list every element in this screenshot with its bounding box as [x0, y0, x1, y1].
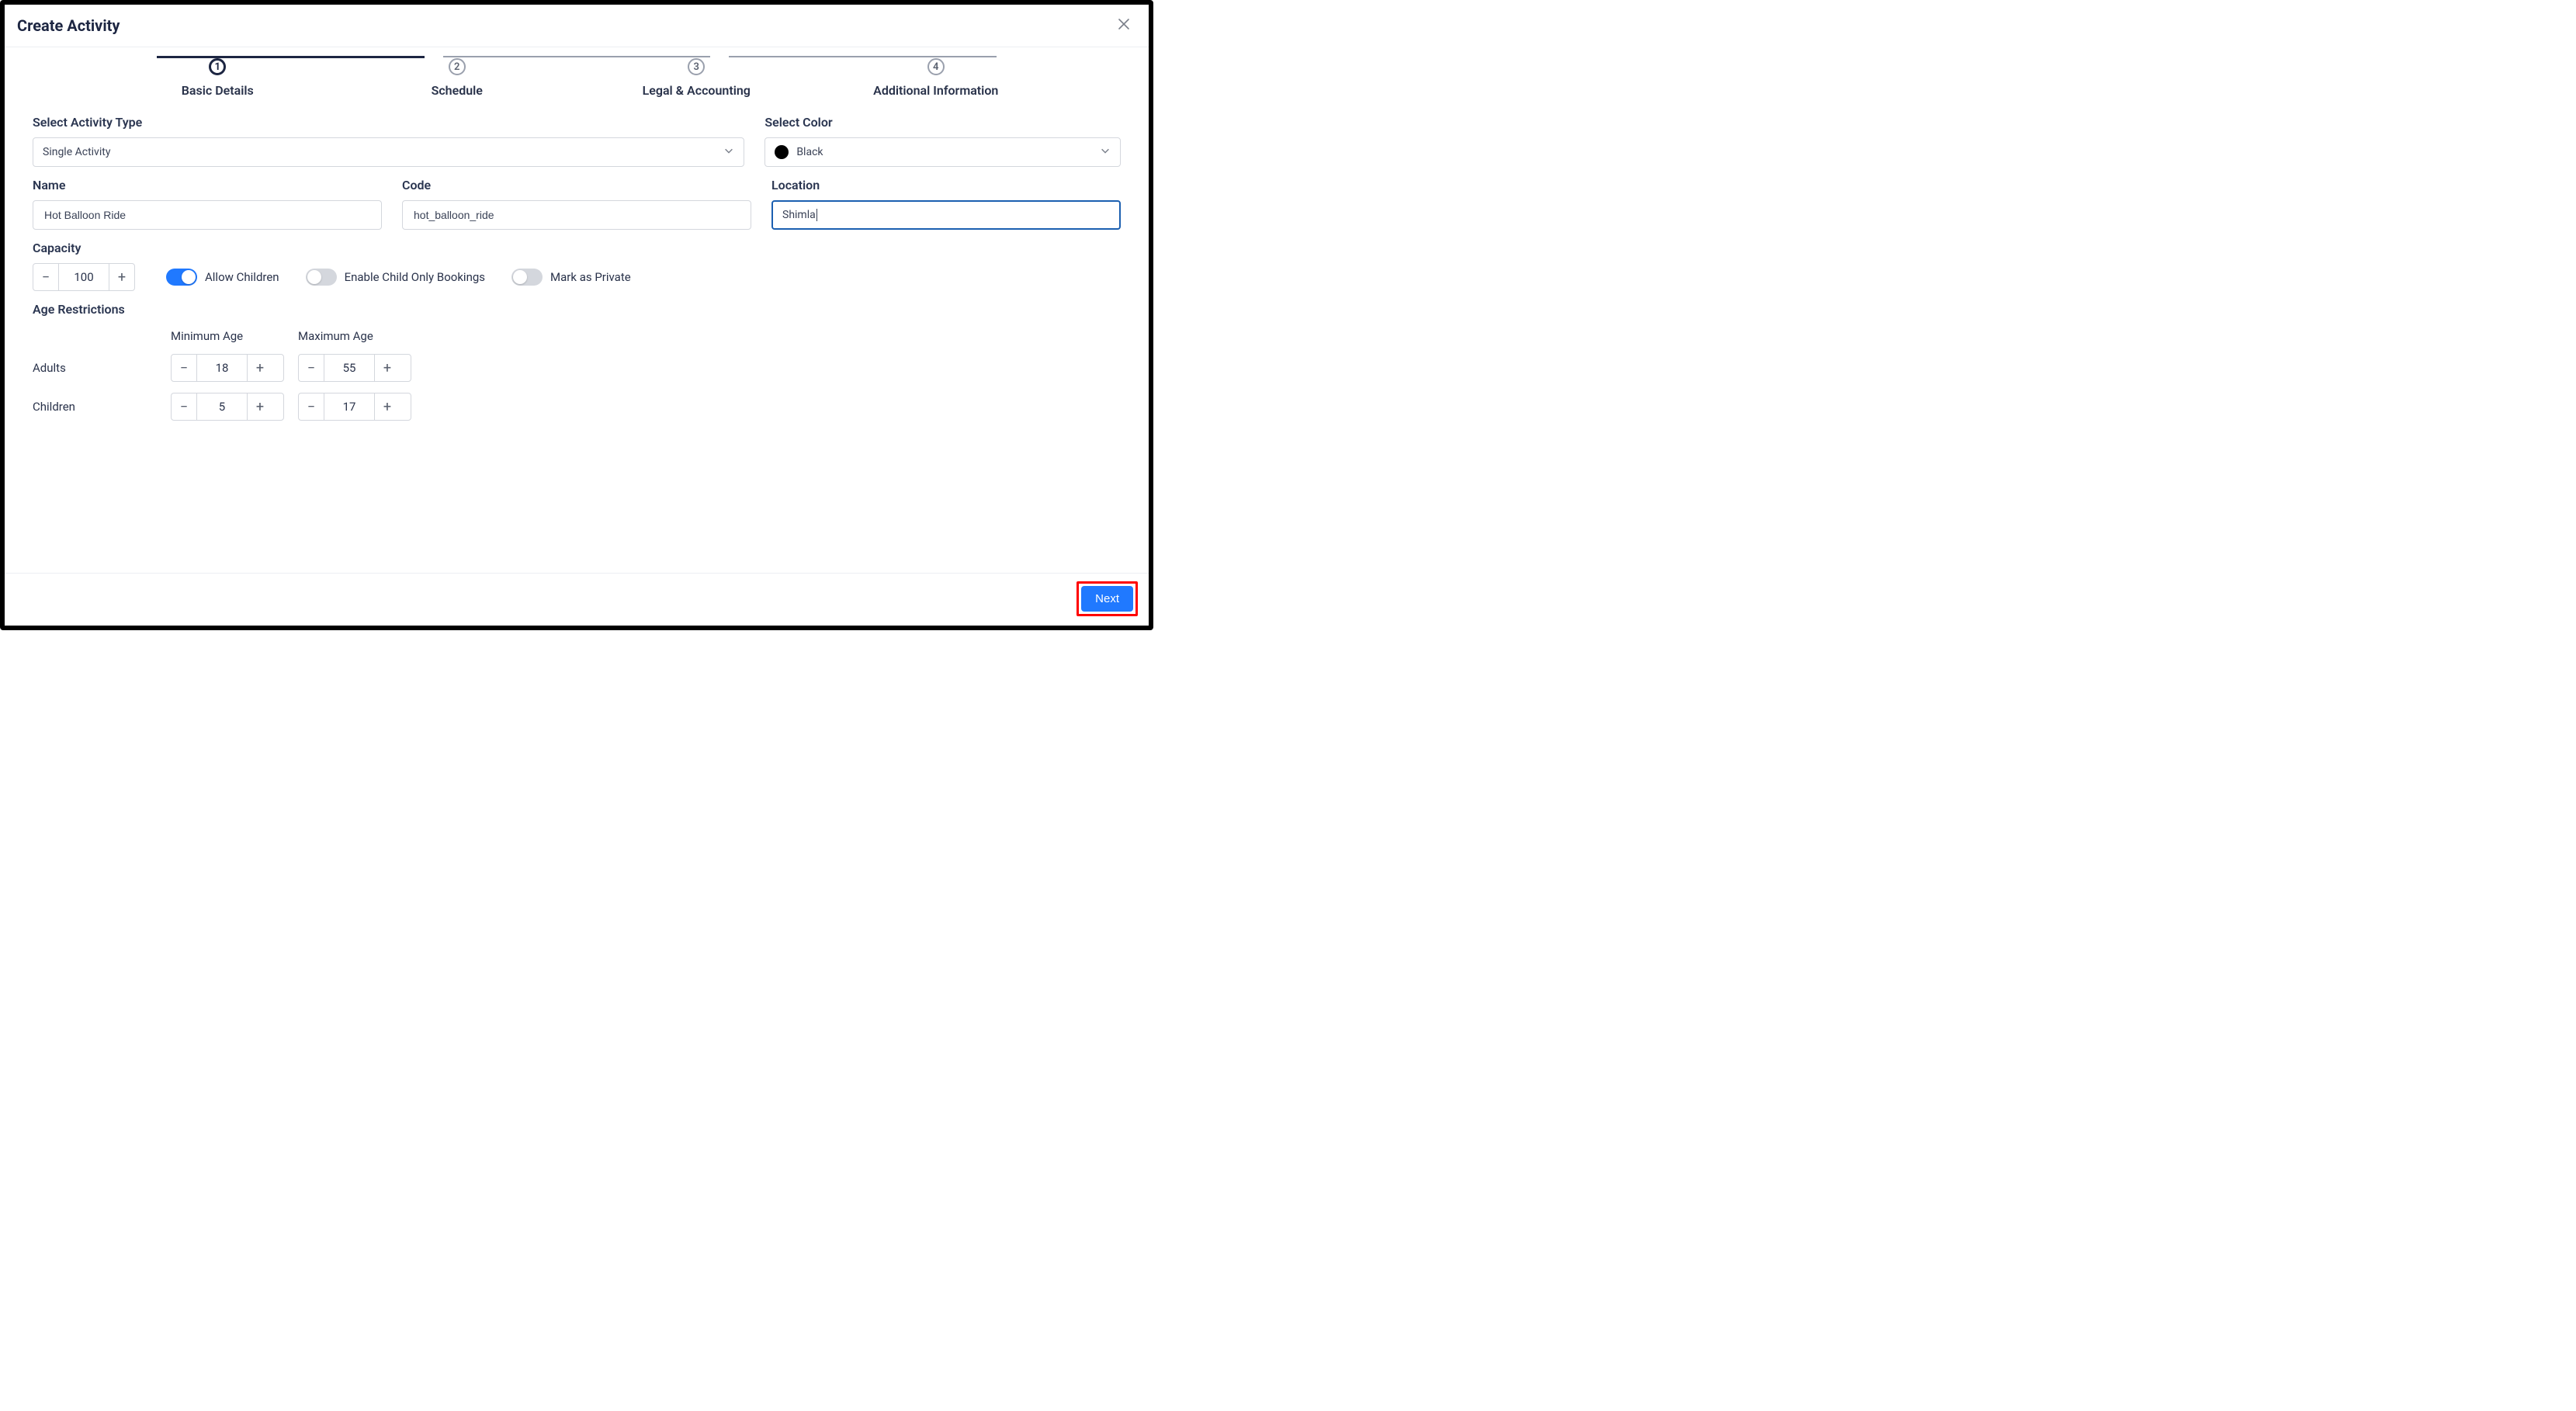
age-restrictions-label: Age Restrictions [33, 302, 1121, 317]
chevron-down-icon [1100, 145, 1111, 159]
chevron-down-icon [723, 145, 734, 159]
adults-min-age-stepper: − 18 + [171, 354, 284, 382]
enable-child-only-toggle[interactable]: Enable Child Only Bookings [306, 269, 485, 286]
form-body: Select Activity Type Single Activity Sel… [5, 112, 1149, 573]
allow-children-label: Allow Children [205, 270, 279, 284]
increment-button[interactable]: + [248, 393, 272, 420]
children-max-age-stepper: − 17 + [298, 393, 411, 421]
children-max-age-value[interactable]: 17 [324, 393, 375, 420]
enable-child-only-label: Enable Child Only Bookings [345, 270, 485, 284]
color-select[interactable]: Black [764, 137, 1121, 167]
toggle-switch [306, 269, 337, 286]
adults-min-age-value[interactable]: 18 [196, 355, 248, 381]
step-connector [157, 56, 425, 58]
progress-stepper: 1 Basic Details 2 Schedule 3 Legal & Acc… [5, 47, 1149, 112]
activity-type-label: Select Activity Type [33, 115, 744, 130]
step-number: 2 [449, 58, 466, 75]
capacity-decrement[interactable]: − [33, 264, 58, 290]
code-label: Code [402, 178, 751, 192]
step-schedule[interactable]: 2 Schedule [338, 58, 577, 98]
step-number: 3 [688, 58, 705, 75]
step-number: 1 [209, 58, 226, 75]
mark-private-label: Mark as Private [550, 270, 631, 284]
step-connector [443, 56, 711, 57]
location-label: Location [771, 178, 1121, 192]
next-button-highlight: Next [1077, 581, 1138, 616]
decrement-button[interactable]: − [172, 355, 196, 381]
modal-header: Create Activity [5, 5, 1149, 47]
toggle-switch [166, 269, 197, 286]
name-input-wrap [33, 200, 382, 230]
code-input-wrap [402, 200, 751, 230]
min-age-col-label: Minimum Age [171, 329, 284, 343]
adults-max-age-value[interactable]: 55 [324, 355, 375, 381]
children-min-age-stepper: − 5 + [171, 393, 284, 421]
create-activity-modal: Create Activity 1 Basic Details 2 Schedu… [0, 0, 1153, 630]
location-input-wrap: Shimla [771, 200, 1121, 230]
close-button[interactable] [1115, 16, 1133, 36]
children-min-age-value[interactable]: 5 [196, 393, 248, 420]
increment-button[interactable]: + [248, 355, 272, 381]
increment-button[interactable]: + [375, 355, 400, 381]
children-row-label: Children [33, 400, 157, 414]
step-label: Additional Information [873, 83, 998, 98]
location-input[interactable]: Shimla [782, 209, 817, 221]
location-value: Shimla [782, 209, 816, 221]
name-label: Name [33, 178, 382, 192]
decrement-button[interactable]: − [299, 355, 324, 381]
capacity-increment[interactable]: + [109, 264, 134, 290]
color-swatch [775, 145, 789, 159]
modal-footer: Next [5, 573, 1149, 626]
activity-type-select[interactable]: Single Activity [33, 137, 744, 167]
increment-button[interactable]: + [375, 393, 400, 420]
adults-row-label: Adults [33, 361, 157, 375]
step-legal-accounting[interactable]: 3 Legal & Accounting [577, 58, 816, 98]
allow-children-toggle[interactable]: Allow Children [166, 269, 279, 286]
code-input[interactable] [412, 208, 741, 222]
name-input[interactable] [43, 208, 372, 222]
step-additional-information[interactable]: 4 Additional Information [816, 58, 1056, 98]
toggle-switch [511, 269, 543, 286]
next-button[interactable]: Next [1081, 586, 1133, 612]
step-label: Legal & Accounting [643, 83, 751, 98]
adults-max-age-stepper: − 55 + [298, 354, 411, 382]
mark-private-toggle[interactable]: Mark as Private [511, 269, 631, 286]
color-value: Black [796, 146, 823, 158]
activity-type-value: Single Activity [43, 146, 110, 158]
capacity-stepper: − 100 + [33, 263, 135, 291]
capacity-label: Capacity [33, 241, 135, 255]
text-caret [816, 209, 817, 221]
color-label: Select Color [764, 115, 1121, 130]
decrement-button[interactable]: − [172, 393, 196, 420]
step-connector [729, 56, 997, 57]
step-basic-details[interactable]: 1 Basic Details [98, 58, 338, 98]
decrement-button[interactable]: − [299, 393, 324, 420]
capacity-value[interactable]: 100 [58, 264, 109, 290]
step-number: 4 [927, 58, 945, 75]
step-label: Basic Details [182, 83, 254, 98]
max-age-col-label: Maximum Age [298, 329, 411, 343]
modal-title: Create Activity [17, 16, 120, 35]
close-icon [1118, 18, 1130, 30]
step-label: Schedule [432, 83, 483, 98]
